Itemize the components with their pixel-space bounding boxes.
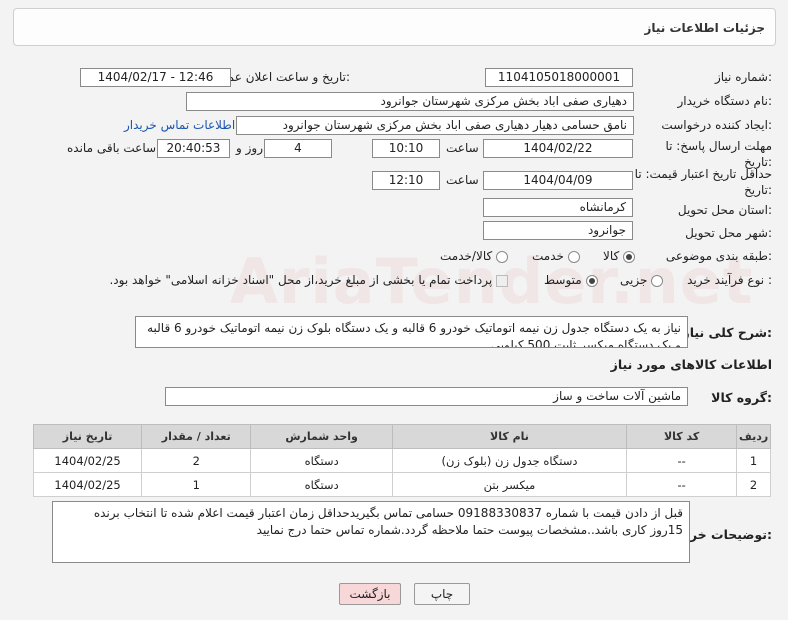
col-date: تاریخ نیاز [32, 424, 143, 449]
city-label: شهر محل تحویل: [685, 226, 772, 240]
province-field[interactable]: کرمانشاه [483, 198, 633, 217]
process-label: نوع فرآیند خرید : [687, 273, 772, 287]
radio-icon[interactable] [567, 250, 580, 263]
buyer-label: نام دستگاه خریدار: [677, 94, 773, 108]
category-option-goods[interactable]: کالا [603, 249, 636, 263]
validity-date-field[interactable]: 1404/04/09 [483, 171, 633, 190]
payment-option[interactable]: پرداخت تمام یا بخشی از مبلغ خرید،از محل … [100, 273, 508, 287]
col-qty: تعداد / مقدار [141, 424, 252, 449]
payment-note: پرداخت تمام یا بخشی از مبلغ خرید،از محل … [109, 273, 493, 287]
process-medium-text: متوسط [544, 273, 582, 287]
cell-date: 1404/02/25 [32, 472, 143, 497]
process-option-minor[interactable]: جزیی [620, 273, 664, 287]
days-field[interactable]: 4 [264, 139, 332, 158]
radio-icon[interactable] [651, 274, 664, 287]
back-button[interactable]: بازگشت [339, 583, 401, 605]
process-option-medium[interactable]: متوسط [544, 273, 598, 287]
print-button[interactable]: چاپ [414, 583, 470, 605]
remaining-label: ساعت باقی مانده [67, 141, 157, 155]
col-row: ردیف [736, 424, 771, 449]
radio-checked-icon[interactable] [585, 274, 598, 287]
deadline-hour-label: ساعت [446, 141, 479, 155]
buyer-field[interactable]: دهیاری صفی اباد بخش مرکزی شهرستان جوانرو… [186, 92, 634, 111]
category-service-text: خدمت [532, 249, 564, 263]
page-title: جزئیات اطلاعات نیاز [644, 21, 765, 35]
cell-name: دستگاه جدول زن (بلوک زن) [391, 448, 628, 473]
cell-name: میکسر بتن [391, 472, 628, 497]
buyer-contact-link[interactable]: اطلاعات تماس خریدار [124, 118, 235, 132]
col-code: کد کالا [625, 424, 738, 449]
category-both-text: کالا/خدمت [440, 249, 493, 263]
table-header-row: ردیف کد کالا نام کالا واحد شمارش تعداد /… [32, 424, 771, 449]
category-option-service[interactable]: خدمت [532, 249, 580, 263]
page-header: جزئیات اطلاعات نیاز [13, 8, 776, 46]
col-name: نام کالا [391, 424, 628, 449]
cell-unit: دستگاه [250, 472, 393, 497]
col-unit: واحد شمارش [250, 424, 393, 449]
announce-field[interactable]: 1404/02/17 - 12:46 [80, 68, 231, 87]
radio-checked-icon[interactable] [623, 250, 636, 263]
validity-hour-label: ساعت [446, 173, 479, 187]
goods-group-field[interactable]: ماشین آلات ساخت و ساز [165, 387, 688, 406]
cell-unit: دستگاه [250, 448, 393, 473]
cell-code: -- [625, 472, 738, 497]
cell-qty: 2 [141, 448, 252, 473]
radio-icon[interactable] [496, 250, 509, 263]
goods-group-label: گروه کالا: [711, 390, 772, 405]
cell-date: 1404/02/25 [32, 448, 143, 473]
creator-label: ایجاد کننده درخواست: [661, 118, 772, 132]
cell-row: 1 [736, 448, 771, 473]
remaining-time-field[interactable]: 20:40:53 [157, 139, 230, 158]
need-number-label: شماره نیاز: [714, 70, 772, 84]
deadline-date-field[interactable]: 1404/02/22 [483, 139, 633, 158]
checkbox-icon[interactable] [496, 274, 508, 287]
creator-field[interactable]: نامق حسامی دهیار دهیاری صفی اباد بخش مرک… [236, 116, 634, 135]
province-label: استان محل تحویل: [677, 203, 772, 217]
description-label: شرح کلی نیاز: [682, 325, 773, 340]
city-field[interactable]: جوانرود [483, 221, 633, 240]
category-option-both[interactable]: کالا/خدمت [440, 249, 509, 263]
buyer-notes-textarea[interactable]: قبل از دادن قیمت با شماره 09188330837 حس… [52, 501, 690, 563]
need-number-field[interactable]: 1104105018000001 [485, 68, 633, 87]
description-textarea[interactable]: نیاز به یک دستگاه جدول زن نیمه اتوماتیک … [135, 316, 688, 348]
validity-label: حداقل تاریخ اعتبار قیمت: تا تاریخ: [634, 167, 772, 197]
deadline-time-field[interactable]: 10:10 [372, 139, 440, 158]
category-label: طبقه بندی موضوعی: [665, 249, 772, 263]
cell-row: 2 [736, 472, 771, 497]
category-goods-text: کالا [603, 249, 620, 263]
validity-time-field[interactable]: 12:10 [372, 171, 440, 190]
cell-qty: 1 [141, 472, 252, 497]
days-label: روز و [236, 141, 263, 155]
table-row[interactable]: 2 -- میکسر بتن دستگاه 1 1404/02/25 [32, 472, 771, 497]
table-row[interactable]: 1 -- دستگاه جدول زن (بلوک زن) دستگاه 2 1… [32, 448, 771, 473]
goods-section-title: اطلاعات کالاهای مورد نیاز [610, 357, 772, 372]
cell-code: -- [625, 448, 738, 473]
goods-table: ردیف کد کالا نام کالا واحد شمارش تعداد /… [32, 424, 771, 497]
process-minor-text: جزیی [620, 273, 648, 287]
